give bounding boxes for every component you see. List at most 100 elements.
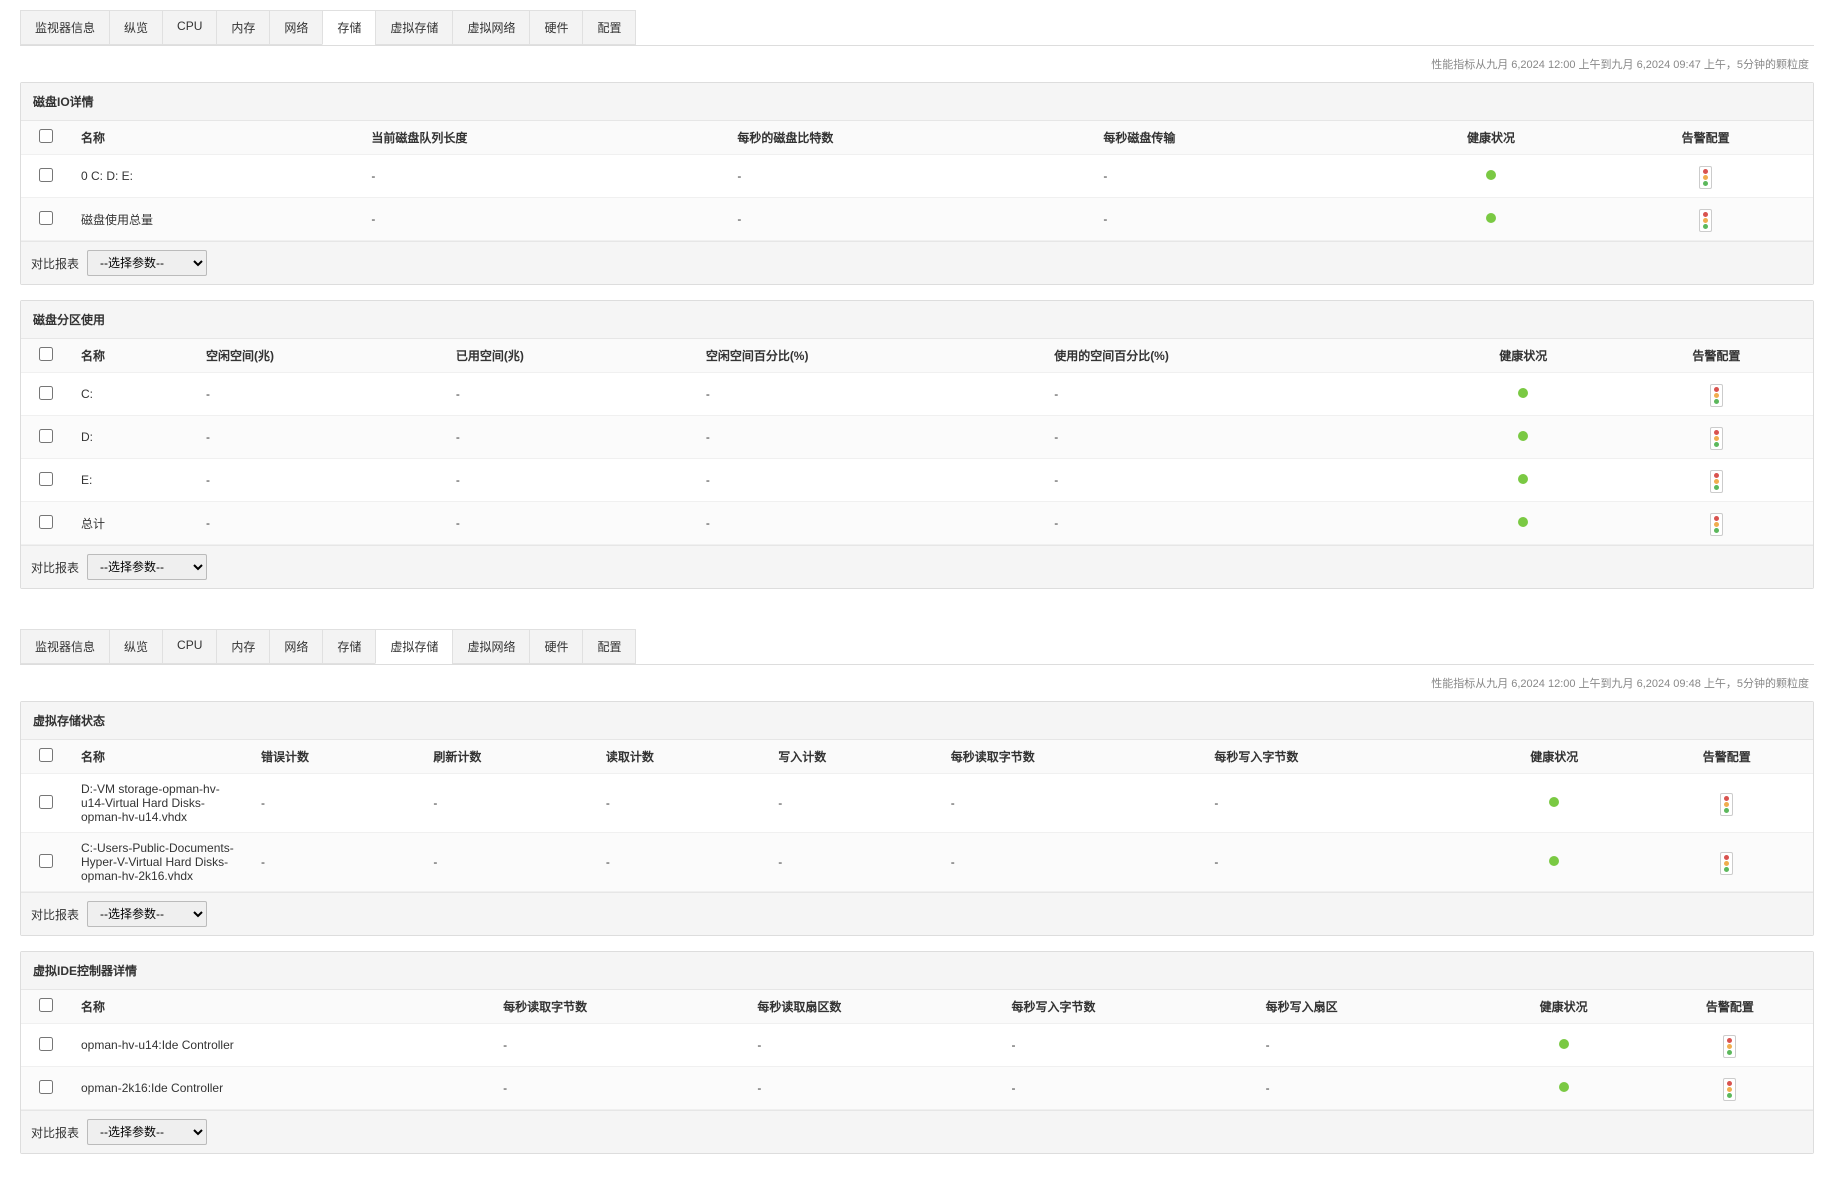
- select-disk-io-param[interactable]: --选择参数--: [87, 250, 207, 276]
- health-dot-icon: [1518, 388, 1528, 398]
- table-row: opman-hv-u14:Ide Controller----: [21, 1024, 1813, 1067]
- tab-硬件[interactable]: 硬件: [529, 10, 583, 45]
- cell-v2: -: [727, 198, 1093, 241]
- col-name: 名称: [71, 121, 361, 155]
- col-free-mb: 空闲空间(兆): [196, 339, 446, 373]
- panel-disk-io: 磁盘IO详情 名称 当前磁盘队列长度 每秒的磁盘比特数 每秒磁盘传输 健康状况 …: [20, 82, 1814, 285]
- checkbox-ide-all[interactable]: [39, 998, 53, 1012]
- table-virtual-storage: 名称 错误计数 刷新计数 读取计数 写入计数 每秒读取字节数 每秒写入字节数 健…: [21, 740, 1813, 892]
- cell-v1: -: [251, 774, 423, 833]
- row-checkbox[interactable]: [39, 515, 53, 529]
- checkbox-vstorage-all[interactable]: [39, 748, 53, 762]
- alert-config-icon[interactable]: [1710, 470, 1723, 493]
- alert-config-icon[interactable]: [1710, 513, 1723, 536]
- col-alert-config: 告警配置: [1647, 990, 1813, 1024]
- tab-配置[interactable]: 配置: [582, 10, 636, 45]
- cell-name: 磁盘使用总量: [71, 198, 361, 241]
- tab-虚拟存储[interactable]: 虚拟存储: [375, 10, 453, 45]
- alert-config-icon[interactable]: [1699, 166, 1712, 189]
- tab-CPU[interactable]: CPU: [162, 10, 217, 45]
- col-queue-length: 当前磁盘队列长度: [361, 121, 727, 155]
- tab-纵览[interactable]: 纵览: [109, 629, 163, 664]
- panel-ide-controller: 虚拟IDE控制器详情 名称 每秒读取字节数 每秒读取扇区数 每秒写入字节数 每秒…: [20, 951, 1814, 1154]
- row-checkbox[interactable]: [39, 854, 53, 868]
- tab-监视器信息[interactable]: 监视器信息: [20, 629, 110, 664]
- panel-footer-vstorage: 对比报表 --选择参数--: [21, 892, 1813, 935]
- panel-title-ide: 虚拟IDE控制器详情: [21, 952, 1813, 990]
- checkbox-partition-all[interactable]: [39, 347, 53, 361]
- cell-v4: -: [1256, 1067, 1481, 1110]
- health-dot-icon: [1518, 517, 1528, 527]
- tab-虚拟网络[interactable]: 虚拟网络: [452, 629, 530, 664]
- cell-v4: -: [1256, 1024, 1481, 1067]
- health-dot-icon: [1486, 213, 1496, 223]
- col-used-mb: 已用空间(兆): [446, 339, 696, 373]
- tab-CPU[interactable]: CPU: [162, 629, 217, 664]
- cell-v1: -: [361, 198, 727, 241]
- alert-config-icon[interactable]: [1710, 384, 1723, 407]
- tab-硬件[interactable]: 硬件: [529, 629, 583, 664]
- row-checkbox[interactable]: [39, 472, 53, 486]
- table-row: C:----: [21, 373, 1813, 416]
- tab-内存[interactable]: 内存: [216, 10, 270, 45]
- tab-存储[interactable]: 存储: [322, 10, 376, 45]
- cell-name: E:: [71, 459, 196, 502]
- select-partition-param[interactable]: --选择参数--: [87, 554, 207, 580]
- row-checkbox[interactable]: [39, 429, 53, 443]
- tab-虚拟网络[interactable]: 虚拟网络: [452, 10, 530, 45]
- cell-name: D:-VM storage-opman-hv-u14-Virtual Hard …: [71, 774, 251, 833]
- row-checkbox[interactable]: [39, 168, 53, 182]
- cell-v1: -: [493, 1024, 747, 1067]
- col-health: 健康状况: [1384, 121, 1599, 155]
- col-bits-per-sec: 每秒的磁盘比特数: [727, 121, 1093, 155]
- cell-v3: -: [596, 833, 768, 892]
- col-error-count: 错误计数: [251, 740, 423, 774]
- select-vstorage-param[interactable]: --选择参数--: [87, 901, 207, 927]
- cell-v4: -: [768, 833, 940, 892]
- alert-config-icon[interactable]: [1699, 209, 1712, 232]
- table-row: 0 C: D: E:---: [21, 155, 1813, 198]
- cell-v2: -: [727, 155, 1093, 198]
- panel-virtual-storage: 虚拟存储状态 名称 错误计数 刷新计数 读取计数 写入计数 每秒读取字节数 每秒…: [20, 701, 1814, 936]
- select-ide-param[interactable]: --选择参数--: [87, 1119, 207, 1145]
- alert-config-icon[interactable]: [1723, 1078, 1736, 1101]
- cell-v2: -: [747, 1067, 1001, 1110]
- col-read-count: 读取计数: [596, 740, 768, 774]
- cell-v4: -: [768, 774, 940, 833]
- timestamp-virtual-storage: 性能指标从九月 6,2024 12:00 上午到九月 6,2024 09:48 …: [20, 675, 1814, 691]
- panel-title-disk-io: 磁盘IO详情: [21, 83, 1813, 121]
- row-checkbox[interactable]: [39, 1037, 53, 1051]
- tab-虚拟存储[interactable]: 虚拟存储: [375, 629, 453, 664]
- alert-config-icon[interactable]: [1723, 1035, 1736, 1058]
- cell-name: C:-Users-Public-Documents-Hyper-V-Virtua…: [71, 833, 251, 892]
- checkbox-disk-io-all[interactable]: [39, 129, 53, 143]
- cell-v3: -: [696, 373, 1044, 416]
- tab-网络[interactable]: 网络: [269, 629, 323, 664]
- cell-v3: -: [1093, 198, 1383, 241]
- tab-配置[interactable]: 配置: [582, 629, 636, 664]
- cell-v4: -: [1044, 502, 1426, 545]
- compare-report-label: 对比报表: [31, 255, 79, 272]
- alert-config-icon[interactable]: [1720, 852, 1733, 875]
- col-alert-config: 告警配置: [1640, 740, 1813, 774]
- cell-name: 总计: [71, 502, 196, 545]
- row-checkbox[interactable]: [39, 211, 53, 225]
- row-checkbox[interactable]: [39, 1080, 53, 1094]
- tab-内存[interactable]: 内存: [216, 629, 270, 664]
- tab-监视器信息[interactable]: 监视器信息: [20, 10, 110, 45]
- col-read-sectors: 每秒读取扇区数: [747, 990, 1001, 1024]
- tab-纵览[interactable]: 纵览: [109, 10, 163, 45]
- table-ide-controller: 名称 每秒读取字节数 每秒读取扇区数 每秒写入字节数 每秒写入扇区 健康状况 告…: [21, 990, 1813, 1110]
- row-checkbox[interactable]: [39, 386, 53, 400]
- tab-网络[interactable]: 网络: [269, 10, 323, 45]
- col-write-count: 写入计数: [768, 740, 940, 774]
- cell-v6: -: [1204, 833, 1468, 892]
- cell-name: C:: [71, 373, 196, 416]
- alert-config-icon[interactable]: [1720, 793, 1733, 816]
- cell-name: opman-hv-u14:Ide Controller: [71, 1024, 493, 1067]
- cell-v1: -: [196, 459, 446, 502]
- tab-存储[interactable]: 存储: [322, 629, 376, 664]
- table-row: 磁盘使用总量---: [21, 198, 1813, 241]
- alert-config-icon[interactable]: [1710, 427, 1723, 450]
- row-checkbox[interactable]: [39, 795, 53, 809]
